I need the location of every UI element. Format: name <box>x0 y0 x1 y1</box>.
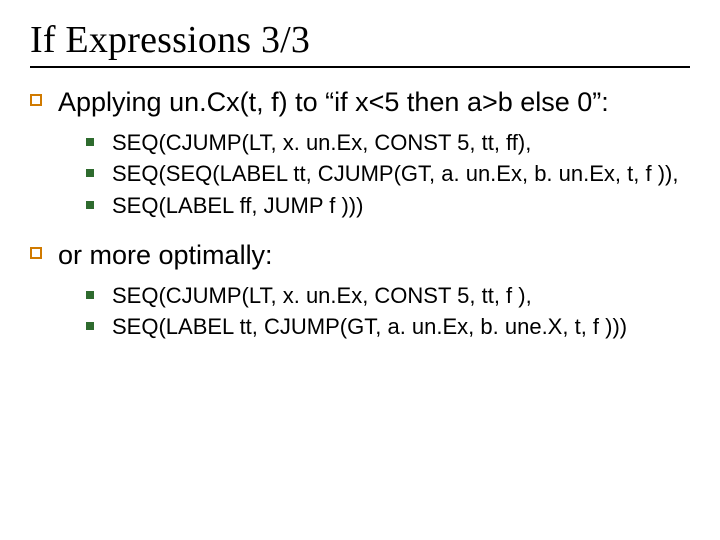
square-outline-icon <box>30 94 42 106</box>
list-item-text: SEQ(LABEL tt, CJUMP(GT, a. un.Ex, b. une… <box>112 314 627 339</box>
list-item-text: SEQ(CJUMP(LT, x. un.Ex, CONST 5, tt, ff)… <box>112 130 531 155</box>
slide: If Expressions 3/3 Applying un.Cx(t, f) … <box>0 0 720 540</box>
list-item-text: SEQ(CJUMP(LT, x. un.Ex, CONST 5, tt, f )… <box>112 283 532 308</box>
section-applying-items: SEQ(CJUMP(LT, x. un.Ex, CONST 5, tt, ff)… <box>86 128 690 221</box>
section-heading: Applying un.Cx(t, f) to “if x<5 then a>b… <box>58 87 609 117</box>
list-item-text: SEQ(LABEL ff, JUMP f ))) <box>112 193 363 218</box>
square-filled-icon <box>86 169 94 177</box>
title-underline <box>30 66 690 68</box>
list-item: SEQ(SEQ(LABEL tt, CJUMP(GT, a. un.Ex, b.… <box>86 159 690 189</box>
page-title: If Expressions 3/3 <box>30 18 690 62</box>
square-filled-icon <box>86 201 94 209</box>
list-item: SEQ(CJUMP(LT, x. un.Ex, CONST 5, tt, ff)… <box>86 128 690 158</box>
square-filled-icon <box>86 291 94 299</box>
list-item: SEQ(LABEL tt, CJUMP(GT, a. un.Ex, b. une… <box>86 312 690 342</box>
list-item-text: SEQ(SEQ(LABEL tt, CJUMP(GT, a. un.Ex, b.… <box>112 161 678 186</box>
list-item: SEQ(LABEL ff, JUMP f ))) <box>86 191 690 221</box>
section-optimal: or more optimally: <box>30 239 690 273</box>
section-optimal-items: SEQ(CJUMP(LT, x. un.Ex, CONST 5, tt, f )… <box>86 281 690 342</box>
square-filled-icon <box>86 322 94 330</box>
square-outline-icon <box>30 247 42 259</box>
section-applying: Applying un.Cx(t, f) to “if x<5 then a>b… <box>30 86 690 120</box>
section-heading: or more optimally: <box>58 240 273 270</box>
square-filled-icon <box>86 138 94 146</box>
list-item: SEQ(CJUMP(LT, x. un.Ex, CONST 5, tt, f )… <box>86 281 690 311</box>
